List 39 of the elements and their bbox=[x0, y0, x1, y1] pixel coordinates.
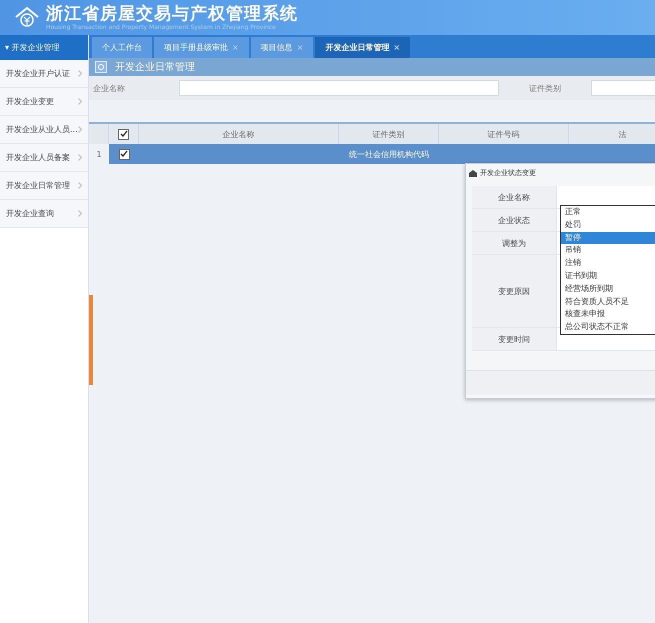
sidebar-item[interactable]: 开发企业变更 bbox=[0, 88, 88, 116]
sidebar-item[interactable]: 开发企业人员备案 bbox=[0, 144, 88, 172]
sidebar-item[interactable]: 开发企业开户认证 bbox=[0, 60, 88, 88]
building-icon bbox=[469, 170, 477, 176]
input-field[interactable] bbox=[591, 80, 655, 96]
column-header: 企业名称 bbox=[139, 124, 339, 144]
sidebar-item[interactable]: 开发企业查询 bbox=[0, 200, 88, 228]
checkbox[interactable] bbox=[118, 128, 129, 140]
chevron-icon bbox=[78, 210, 82, 217]
system-title: 浙江省房屋交易与产权管理系统 bbox=[46, 4, 298, 24]
form-label: 调整为 bbox=[472, 232, 557, 254]
close-icon[interactable]: × bbox=[393, 43, 400, 52]
checkbox[interactable] bbox=[118, 148, 130, 160]
search-label: 企业名称 bbox=[93, 82, 126, 94]
dropdown-list[interactable]: 正常 处罚 暂停 吊销 注销 证书到期 经营场所到期 符合资质人员不足 核查未申报 总公司状态不正常 bbox=[560, 205, 655, 335]
column-header: 证件类别 bbox=[339, 124, 439, 144]
collapse-handle[interactable] bbox=[89, 295, 93, 385]
form-label: 变更时间 bbox=[472, 328, 557, 350]
tab[interactable]: 开发企业日常管理 × bbox=[315, 37, 410, 58]
chevron-icon bbox=[78, 70, 82, 77]
column-header: 法 bbox=[569, 124, 655, 144]
column-header: 证件号码 bbox=[439, 124, 569, 144]
chevron-icon bbox=[78, 98, 82, 105]
page-icon bbox=[95, 61, 107, 73]
sidebar-item[interactable]: 开发企业日常管理 bbox=[0, 172, 88, 200]
search-label: 证件类别 bbox=[528, 82, 562, 94]
row-number: 1 bbox=[95, 150, 103, 158]
chevron-icon bbox=[78, 126, 82, 133]
chevron-icon bbox=[78, 182, 82, 189]
form-label: 企业状态 bbox=[472, 209, 557, 231]
form-label: 变更原因 bbox=[472, 255, 557, 327]
form-label: 企业名称 bbox=[472, 186, 557, 208]
table-cell: 统一社会信用机构代码 bbox=[339, 144, 439, 164]
sidebar-group-title[interactable]: ▾ 开发企业管理 bbox=[0, 35, 88, 60]
sidebar-item[interactable]: 开发企业从业人员... bbox=[0, 116, 88, 144]
chevron-icon bbox=[78, 154, 82, 161]
input-field[interactable] bbox=[179, 80, 499, 96]
page-title: 开发企业日常管理 bbox=[115, 60, 195, 74]
dropdown-option[interactable]: 暂停 bbox=[561, 232, 655, 244]
